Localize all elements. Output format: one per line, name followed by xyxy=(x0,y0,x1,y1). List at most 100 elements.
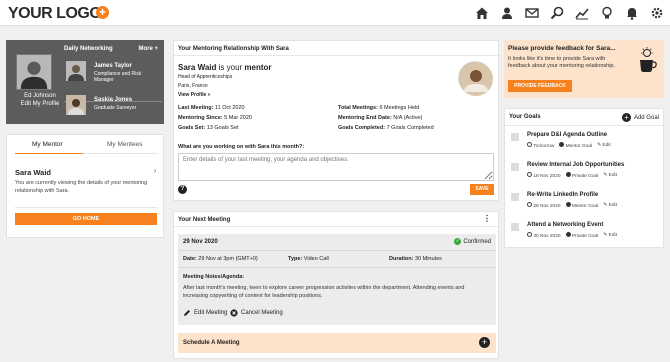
divider xyxy=(178,267,496,268)
add-goal-label: Add Goal xyxy=(633,114,659,121)
more-options-icon[interactable]: ⋮ xyxy=(483,215,491,223)
pencil-icon xyxy=(184,310,190,316)
mentor-description: You are currently viewing the details of… xyxy=(15,180,148,194)
goal-checkbox[interactable] xyxy=(511,223,519,231)
bell-icon[interactable] xyxy=(625,6,639,20)
contact-name: Saskia Jones xyxy=(94,97,133,103)
mentor-heading: Sara Waid is your mentor xyxy=(178,63,272,72)
stat-label: Total Meetings: xyxy=(338,105,378,111)
check-icon: ✓ xyxy=(454,238,462,245)
divider xyxy=(178,250,496,251)
goal-meta: 28 Nov 2020 Mentor Goal ✎ Edit xyxy=(527,202,617,209)
goal-item[interactable]: Attend a Networking Event 30 Nov 2020 Pr… xyxy=(509,221,661,247)
mentoring-since-stat: Mentoring Since: 5 Mar 2020 xyxy=(178,115,252,121)
goal-checkbox[interactable] xyxy=(511,193,519,201)
gear-icon[interactable] xyxy=(650,6,664,20)
tab-my-mentor[interactable]: My Mentor xyxy=(32,141,63,148)
goal-type-icon xyxy=(559,142,565,147)
goal-title: Prepare D&I Agenda Outline xyxy=(527,132,608,138)
edit-meeting-button[interactable]: Edit Meeting xyxy=(183,309,227,317)
home-icon[interactable] xyxy=(475,6,489,20)
goal-checkbox[interactable] xyxy=(511,163,519,171)
feedback-title: Please provide feedback for Sara... xyxy=(508,45,616,52)
goal-date: 18 Nov 2020 xyxy=(533,174,561,179)
goal-meta: 18 Nov 2020 Private Goal ✎ Edit xyxy=(527,172,617,179)
provide-feedback-button[interactable]: PROVIDE FEEDBACK xyxy=(508,80,572,92)
meeting-notes: After last month's meeting, keen to expl… xyxy=(183,285,465,299)
logo[interactable]: YOUR LOGO xyxy=(8,5,102,23)
clock-icon xyxy=(527,172,532,177)
goal-edit-link[interactable]: ✎ Edit xyxy=(597,143,611,148)
goals-completed-stat: Goals Completed: 7 Goals Completed xyxy=(338,125,434,131)
monthly-focus-input[interactable] xyxy=(178,153,494,181)
stat-label: Goals Completed: xyxy=(338,125,386,131)
meeting-notes-heading: Meeting Notes/Agenda: xyxy=(183,274,245,280)
save-button[interactable]: SAVE xyxy=(470,184,494,195)
status-label: Confirmed xyxy=(463,239,491,246)
user-icon[interactable] xyxy=(500,6,514,20)
goal-meta: Tomorrow Mentor Goal ✎ Edit xyxy=(527,142,611,149)
goal-edit-link[interactable]: ✎ Edit xyxy=(603,203,617,208)
goal-title: Attend a Networking Event xyxy=(527,222,604,228)
mentor-avatar xyxy=(458,61,493,96)
edit-label: Edit xyxy=(608,233,617,238)
feedback-card: Please provide feedback for Sara... It l… xyxy=(504,40,664,98)
goal-edit-link[interactable]: ✎ Edit xyxy=(603,233,617,238)
schedule-meeting-label: Schedule A Meeting xyxy=(183,340,240,346)
schedule-meeting-bar[interactable]: Schedule A Meeting + xyxy=(178,333,496,353)
goal-date: 28 Nov 2020 xyxy=(533,204,561,209)
networking-contact[interactable]: James Taylor Compliance and Risk Manager xyxy=(64,61,160,87)
view-profile-link[interactable]: View Profile » xyxy=(178,92,210,98)
plus-icon[interactable]: + xyxy=(479,337,490,348)
goal-title: Re-Write LinkedIn Profile xyxy=(527,192,599,198)
next-meeting-card: Your Next Meeting ⋮ 29 Nov 2020 ✓ Confirm… xyxy=(173,211,500,359)
clock-icon xyxy=(527,232,532,237)
edit-profile-link[interactable]: Edit My Profile xyxy=(10,101,70,107)
search-icon[interactable] xyxy=(550,6,564,20)
nav-icons xyxy=(475,6,664,20)
goals-card: Your Goals + Add Goal Prepare D&I Agenda… xyxy=(504,108,665,248)
clock-icon xyxy=(527,142,532,147)
more-link[interactable]: More + xyxy=(138,46,158,52)
goal-type-icon xyxy=(565,232,571,237)
goal-item[interactable]: Re-Write LinkedIn Profile 28 Nov 2020 Me… xyxy=(509,191,661,217)
networking-contact[interactable]: Saskia Jones Graduate Surveyor xyxy=(64,95,160,121)
meeting-date: 29 Nov 2020 xyxy=(183,239,218,245)
goal-checkbox[interactable] xyxy=(511,133,519,141)
monthly-focus-question: What are you working on with Sara this m… xyxy=(178,144,305,150)
cancel-meeting-button[interactable]: Cancel Meeting xyxy=(230,309,283,317)
stat-value: 6 Meetings Held xyxy=(377,105,420,111)
stat-label: Goals Set: xyxy=(178,125,206,131)
tab-my-mentees[interactable]: My Mentees xyxy=(107,141,142,148)
mail-icon[interactable] xyxy=(525,6,539,20)
lightbulb-coffee-icon xyxy=(636,46,658,74)
stat-value: N/A (Active) xyxy=(391,115,423,121)
mentor-heading-name: Sara Waid xyxy=(178,63,217,72)
field-label: Duration: xyxy=(389,256,414,262)
contact-role: Compliance and Risk Manager xyxy=(94,71,142,83)
go-home-button[interactable]: GO HOME xyxy=(15,213,157,225)
total-meetings-stat: Total Meetings: 6 Meetings Held xyxy=(338,105,419,111)
field-label: Date: xyxy=(183,256,197,262)
chart-icon[interactable] xyxy=(575,6,589,20)
mentor-name[interactable]: Sara Waid xyxy=(15,168,51,177)
goal-edit-link[interactable]: ✎ Edit xyxy=(603,173,617,178)
chevron-right-icon[interactable]: › xyxy=(154,168,156,175)
contact-name: James Taylor xyxy=(94,63,132,69)
help-icon[interactable]: ? xyxy=(178,185,187,194)
add-goal-button[interactable]: + Add Goal xyxy=(621,113,659,122)
contact-avatar xyxy=(66,61,86,81)
contact-avatar xyxy=(66,95,86,115)
card-title: Your Mentoring Relationship With Sara xyxy=(178,46,289,52)
lightbulb-icon[interactable] xyxy=(600,6,614,20)
meeting-status: ✓ Confirmed xyxy=(454,238,491,245)
stat-label: Mentoring End Date: xyxy=(338,115,392,121)
goal-item[interactable]: Review Internal Job Opportunities 18 Nov… xyxy=(509,161,661,187)
top-navigation-bar: YOUR LOGO + xyxy=(0,0,670,26)
goal-item[interactable]: Prepare D&I Agenda Outline Tomorrow Ment… xyxy=(509,131,661,157)
divider xyxy=(174,226,500,227)
profile-avatar xyxy=(16,54,52,90)
goal-type-icon xyxy=(565,202,571,207)
goal-meta: 30 Nov 2020 Private Goal ✎ Edit xyxy=(527,232,617,239)
meeting-type-field: Type: Video Call xyxy=(288,256,329,262)
